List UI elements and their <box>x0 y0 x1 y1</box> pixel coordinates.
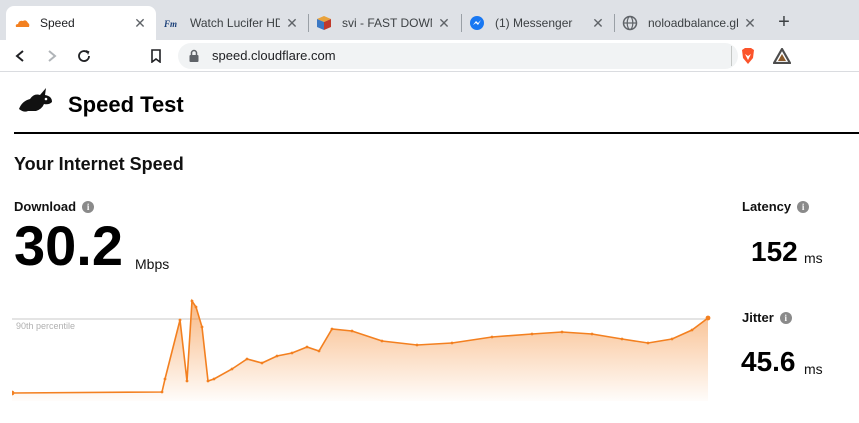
brave-rewards-button[interactable] <box>770 44 794 68</box>
data-point <box>646 341 650 345</box>
data-point <box>620 337 624 341</box>
data-point <box>190 299 194 303</box>
brave-shields-button[interactable] <box>736 44 760 68</box>
tab-title: noloadbalance.glo <box>648 16 738 30</box>
cloudflare-icon <box>14 15 30 31</box>
data-point <box>330 327 334 331</box>
data-point <box>185 379 189 383</box>
box-icon <box>316 15 332 31</box>
address-bar[interactable]: speed.cloudflare.com <box>178 43 738 69</box>
data-point <box>415 343 419 347</box>
lock-icon <box>188 49 200 68</box>
reload-button[interactable] <box>72 44 96 68</box>
data-point <box>705 315 711 321</box>
percentile-label: 90th percentile <box>16 321 75 331</box>
data-point <box>350 329 354 333</box>
page-title: Speed Test <box>68 92 184 117</box>
browser-toolbar: speed.cloudflare.com <box>0 40 859 72</box>
reload-icon <box>78 50 90 62</box>
tab-title: svi - FAST DOWNL <box>342 16 432 30</box>
tab-title: Speed <box>40 16 75 30</box>
data-point <box>230 367 234 371</box>
toolbar-divider <box>731 46 732 66</box>
info-icon[interactable]: i <box>779 311 792 324</box>
tab-strip: Speed ✕ Fm Watch Lucifer HD ✕ svi - FAST… <box>0 0 859 40</box>
tab-title: (1) Messenger <box>495 16 573 30</box>
back-button[interactable] <box>8 44 32 68</box>
data-point <box>670 337 674 341</box>
latency-value: 152 <box>751 236 798 267</box>
info-icon[interactable]: i <box>82 200 95 213</box>
svg-text:Fm: Fm <box>164 19 177 29</box>
url-text: speed.cloudflare.com <box>212 48 336 63</box>
section-title: Your Internet Speed <box>14 154 184 174</box>
new-tab-button[interactable]: + <box>772 10 796 34</box>
jitter-unit: ms <box>804 361 823 377</box>
download-value: 30.2 <box>14 214 123 277</box>
close-icon[interactable]: ✕ <box>436 15 452 31</box>
brave-lion-icon <box>742 48 754 64</box>
tab-watch-lucifer[interactable]: Fm Watch Lucifer HD ✕ <box>156 6 308 40</box>
tab-messenger[interactable]: (1) Messenger ✕ <box>461 6 614 40</box>
data-point <box>590 332 594 336</box>
data-point <box>160 390 164 394</box>
back-arrow-icon <box>15 50 24 62</box>
speed-test-page: Speed Test Your Internet Speed Download … <box>0 73 859 423</box>
data-point <box>194 305 198 309</box>
data-point <box>380 339 384 343</box>
close-icon[interactable]: ✕ <box>742 15 758 31</box>
data-point <box>490 335 494 339</box>
close-icon[interactable]: ✕ <box>284 15 300 31</box>
globe-icon <box>622 15 638 31</box>
data-point <box>163 377 167 381</box>
download-label-text: Download <box>14 199 77 214</box>
jitter-value: 45.6 <box>741 346 796 377</box>
forward-arrow-icon <box>48 50 57 62</box>
forward-button[interactable] <box>40 44 64 68</box>
data-point <box>260 361 264 365</box>
latency-label: Latency i <box>742 199 810 214</box>
data-point <box>560 330 564 334</box>
bookmark-icon <box>151 49 161 63</box>
header-divider <box>14 132 859 134</box>
info-icon[interactable]: i <box>797 200 810 213</box>
latency-label-text: Latency <box>742 199 792 214</box>
bookmark-button[interactable] <box>144 44 168 68</box>
download-speed-chart: 90th percentile <box>12 298 711 401</box>
download-unit: Mbps <box>135 256 170 272</box>
messenger-icon <box>469 15 485 31</box>
fmovies-icon: Fm <box>164 15 180 31</box>
data-point <box>690 328 694 332</box>
tab-title: Watch Lucifer HD <box>190 16 280 30</box>
data-point <box>275 354 279 358</box>
data-point <box>305 345 309 349</box>
download-area <box>12 301 708 401</box>
tab-noloadbalance[interactable]: noloadbalance.glo ✕ <box>614 6 766 40</box>
data-point <box>178 318 182 322</box>
jitter-label: Jitter i <box>742 310 792 325</box>
latency-unit: ms <box>804 250 823 266</box>
data-point <box>212 377 216 381</box>
data-point <box>317 349 321 353</box>
close-icon[interactable]: ✕ <box>590 15 606 31</box>
data-point <box>200 325 204 329</box>
tab-speed[interactable]: Speed ✕ <box>6 6 156 40</box>
download-label: Download i <box>14 199 95 214</box>
data-point <box>290 351 294 355</box>
close-icon[interactable]: ✕ <box>132 15 148 31</box>
data-point <box>530 332 534 336</box>
jitter-label-text: Jitter <box>742 310 774 325</box>
tab-svi-fast-download[interactable]: svi - FAST DOWNL ✕ <box>308 6 460 40</box>
rabbit-icon <box>16 87 54 120</box>
data-point <box>245 357 249 361</box>
data-point <box>206 379 210 383</box>
data-point <box>450 341 454 345</box>
brave-rewards-icon <box>773 48 791 64</box>
